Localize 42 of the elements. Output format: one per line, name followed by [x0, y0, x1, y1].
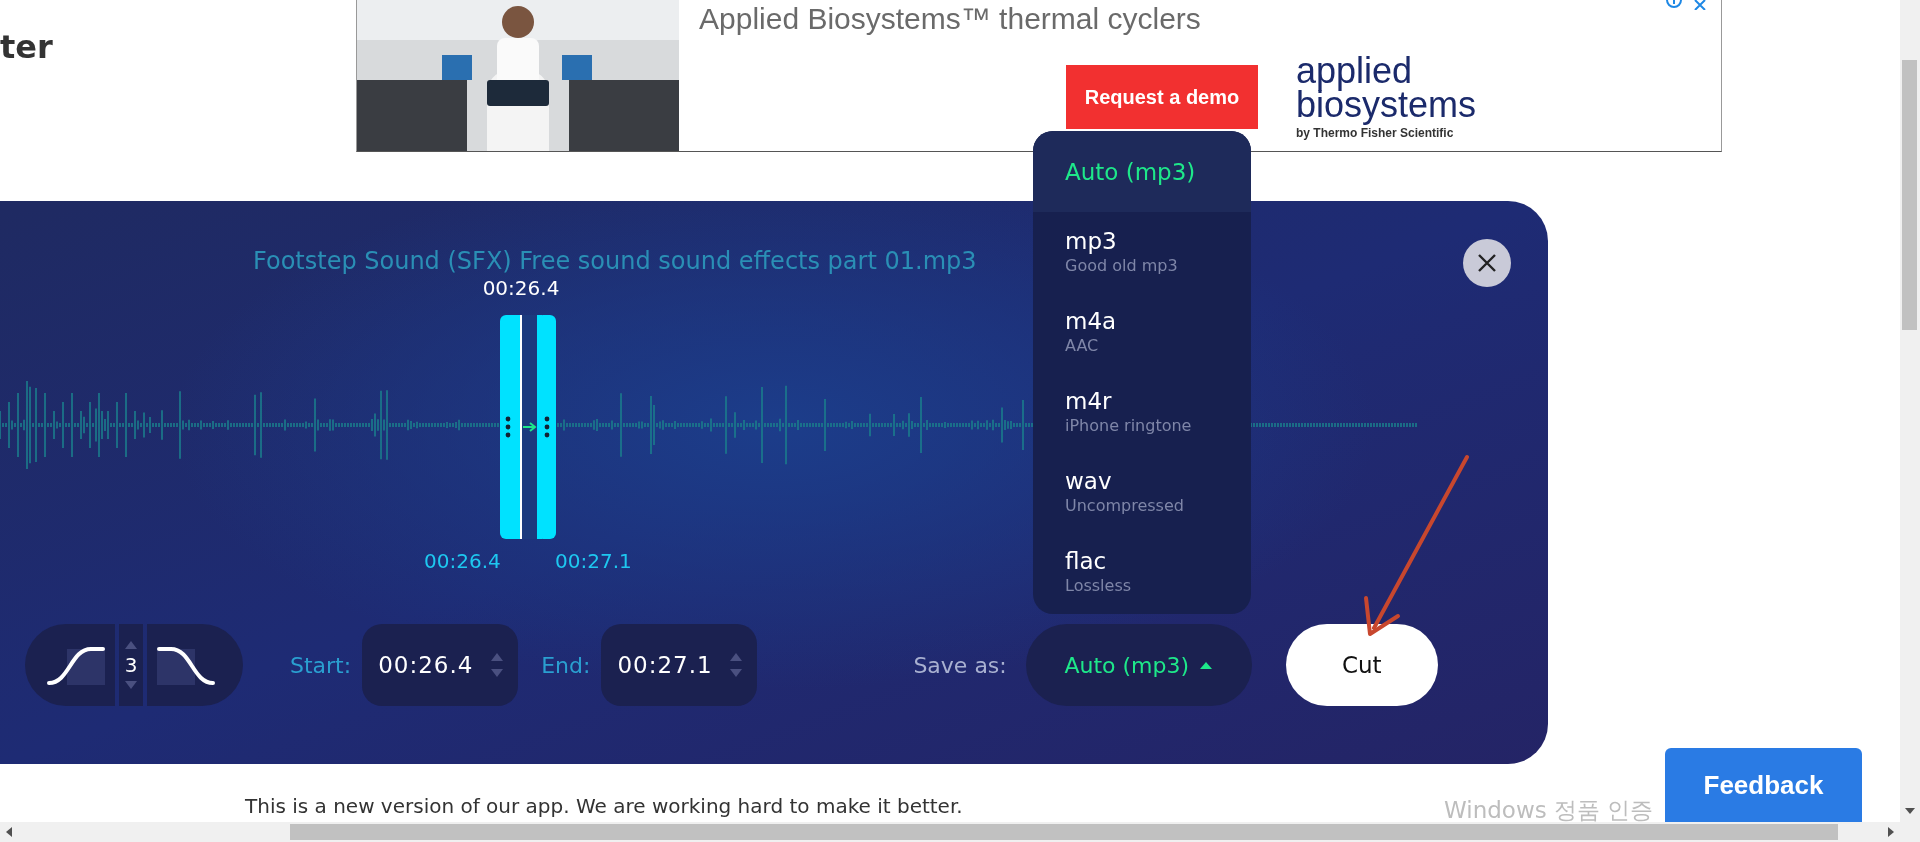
increase-arrow-icon[interactable] [490, 652, 505, 662]
format-option[interactable]: flac Lossless [1033, 532, 1251, 612]
save-as-label: Save as: [913, 652, 1007, 678]
intro-text: This is a new version of our app. We are working hard to make it better. [245, 794, 963, 818]
fade-out-button[interactable] [147, 624, 243, 706]
increase-arrow-icon[interactable] [124, 640, 138, 650]
brand-tagline: by Thermo Fisher Scientific [1296, 126, 1455, 140]
format-select[interactable]: Auto (mp3) [1025, 624, 1252, 706]
vertical-scrollbar-thumb[interactable] [1902, 60, 1917, 330]
start-label: Start: [290, 652, 352, 678]
ad-banner[interactable]: Applied Biosystems™ thermal cyclers Request a demo applied biosystems by Thermo Fisher Scientific [356, 0, 1722, 152]
page-heading: ter [0, 28, 54, 66]
feedback-button[interactable]: Feedback [1665, 748, 1862, 822]
ad-headline: Applied Biosystems™ thermal cyclers [699, 2, 1201, 36]
close-icon [1477, 253, 1497, 273]
horizontal-scrollbar-thumb[interactable] [290, 824, 1838, 840]
fade-in-button[interactable] [25, 624, 115, 706]
selection-handles[interactable] [500, 315, 556, 539]
start-time-field[interactable]: 00:26.4 [362, 624, 519, 706]
request-demo-button[interactable]: Request a demo [1066, 65, 1258, 129]
cut-button[interactable]: Cut [1285, 624, 1438, 706]
fade-in-curve-icon [47, 645, 105, 685]
end-label: End: [541, 652, 591, 678]
format-option[interactable]: wav Uncompressed [1033, 452, 1251, 532]
file-name: Footstep Sound (SFX) Free sound sound effects part 01.mp3 [253, 246, 977, 276]
format-option[interactable]: Auto (mp3) [1033, 131, 1251, 212]
increase-arrow-icon[interactable] [729, 652, 744, 662]
activation-watermark: Windows 정품 인증 [1444, 797, 1654, 823]
decrease-arrow-icon[interactable] [490, 668, 505, 678]
playhead-time: 00:26.4 [481, 276, 561, 300]
decrease-arrow-icon[interactable] [124, 680, 138, 690]
close-button[interactable] [1463, 239, 1511, 287]
format-option[interactable]: mp3 Good old mp3 [1033, 212, 1251, 292]
selection-end-time: 00:27.1 [555, 549, 632, 573]
fade-duration: 3 [124, 654, 138, 676]
fade-out-curve-icon [157, 645, 215, 685]
decrease-arrow-icon[interactable] [729, 668, 744, 678]
format-option[interactable]: m4r iPhone ringtone [1033, 372, 1251, 452]
selection-start-time: 00:26.4 [424, 549, 501, 573]
end-time-field[interactable]: 00:27.1 [601, 624, 758, 706]
close-icon[interactable] [1693, 0, 1709, 10]
format-option[interactable]: m4a AAC [1033, 292, 1251, 372]
